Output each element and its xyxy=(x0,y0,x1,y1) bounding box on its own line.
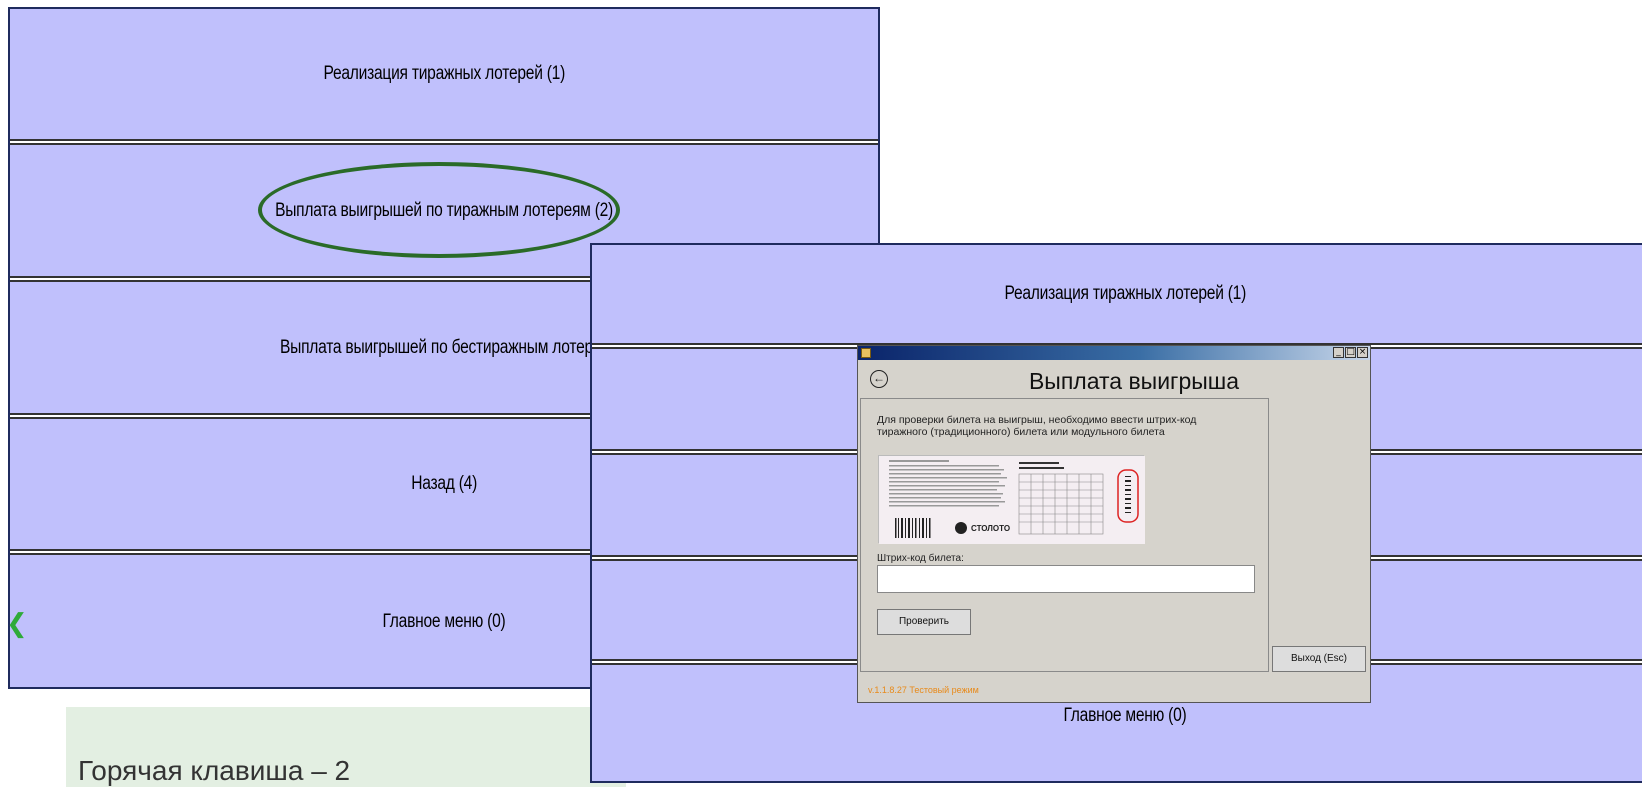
hint-box: Горячая клавиша – 2 xyxy=(66,707,626,787)
exit-button[interactable]: Выход (Esc) xyxy=(1272,646,1366,672)
menu-item-label: Главное меню (0) xyxy=(1063,705,1187,726)
dialog-titlebar[interactable]: _ □ × xyxy=(858,346,1370,360)
close-icon[interactable]: × xyxy=(1357,347,1368,358)
ticket-illustration: СТОЛОТО xyxy=(879,456,1145,544)
dialog-description: Для проверки билета на выигрыш, необходи… xyxy=(877,414,1197,438)
ticket-brand: СТОЛОТО xyxy=(971,524,1010,533)
maximize-icon[interactable]: □ xyxy=(1345,347,1356,358)
menu-item-label: Главное меню (0) xyxy=(382,611,506,632)
minimize-icon[interactable]: _ xyxy=(1333,347,1344,358)
version-text: v.1.1.8.27 Тестовый режим xyxy=(868,685,979,695)
green-mark-icon: ❮ xyxy=(6,609,28,637)
ticket-sample-image: СТОЛОТО xyxy=(878,455,1145,544)
check-button[interactable]: Проверить xyxy=(877,609,971,635)
menu-item-label: Реализация тиражных лотерей (1) xyxy=(323,63,565,84)
barcode-input[interactable] xyxy=(877,565,1255,593)
dialog-content: Для проверки билета на выигрыш, необходи… xyxy=(860,398,1269,672)
dialog-title: Выплата выигрыша xyxy=(1028,368,1240,394)
menu-item-sell-draw-lotteries[interactable]: Реализация тиражных лотерей (1) xyxy=(592,245,1642,343)
highlight-ellipse xyxy=(258,162,620,258)
menu-item-label: Реализация тиражных лотерей (1) xyxy=(1004,283,1246,304)
menu-item-sell-draw-lotteries[interactable]: Реализация тиражных лотерей (1) xyxy=(10,9,878,139)
hint-text: Горячая клавиша – 2 xyxy=(78,755,351,786)
payout-dialog: _ □ × ← Выплата выигрыша Для проверки би… xyxy=(857,345,1371,703)
menu-item-label: Назад (4) xyxy=(411,473,477,494)
app-icon xyxy=(861,348,871,358)
barcode-label: Штрих-код билета: xyxy=(877,553,964,564)
menu-item-label: Выплата выигрышей по бестиражным лотерея… xyxy=(280,336,638,358)
